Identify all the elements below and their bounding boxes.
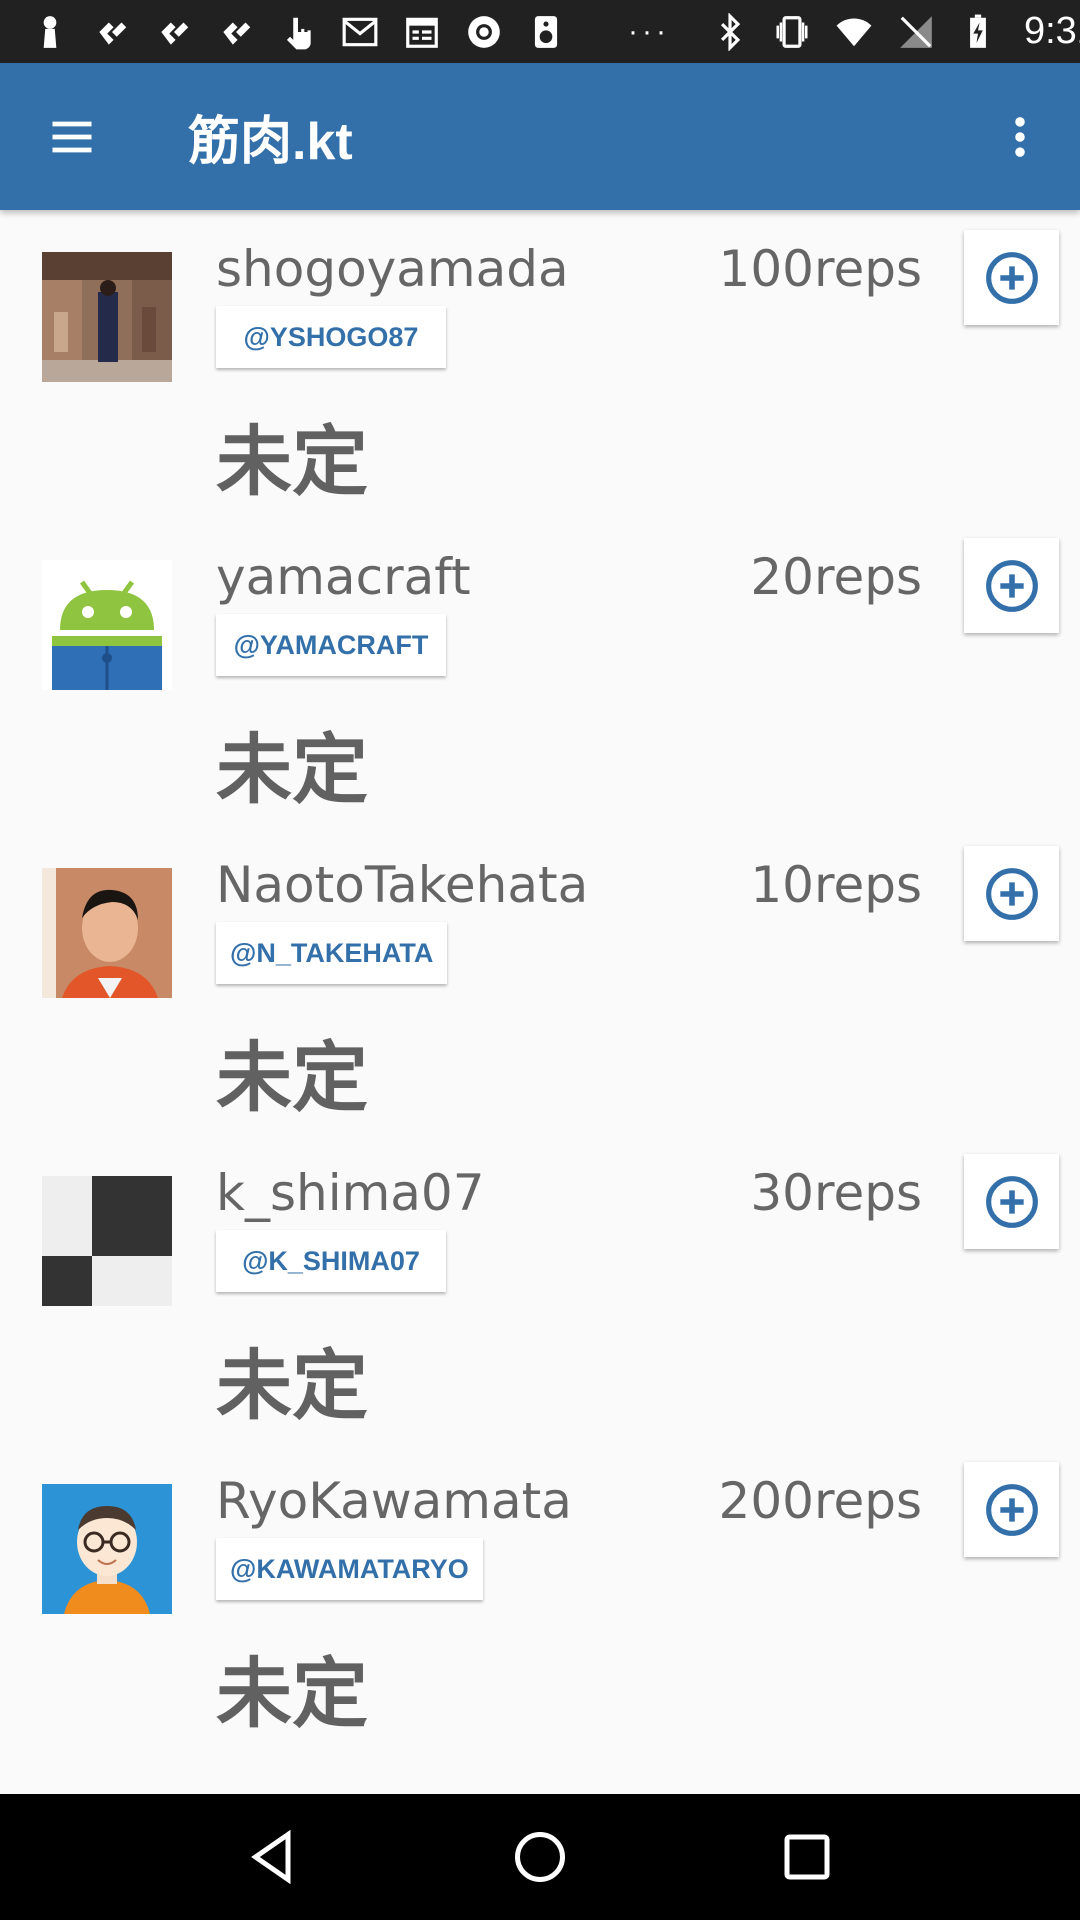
user-list[interactable]: shogoyamada 100reps @YSHOGO87 未定 yamacra…	[0, 210, 1080, 1794]
avatar	[42, 560, 172, 690]
app-icon	[216, 12, 256, 52]
avatar	[42, 1484, 172, 1614]
reps-count: 100reps	[718, 240, 922, 298]
navigation-menu-button[interactable]	[32, 97, 112, 177]
list-item[interactable]: RyoKawamata 200reps @KAWAMATARYO 未定	[0, 1442, 1080, 1750]
add-reps-button[interactable]	[964, 1154, 1059, 1249]
home-icon	[514, 1832, 565, 1882]
status-text: 未定	[216, 420, 368, 505]
notification-overflow: ···	[628, 14, 670, 48]
add-reps-button[interactable]	[964, 846, 1059, 941]
record-icon	[464, 12, 504, 52]
speaker-icon	[526, 12, 566, 52]
reps-count: 10reps	[750, 856, 922, 914]
wifi-icon	[834, 12, 874, 52]
no-sim-icon	[896, 12, 936, 52]
list-item[interactable]: shogoyamada 100reps @YSHOGO87 未定	[0, 210, 1080, 518]
app-icon	[154, 12, 194, 52]
add-reps-button[interactable]	[964, 1462, 1059, 1557]
status-bar: ··· 9:31	[0, 0, 1080, 63]
gmail-icon	[340, 12, 380, 52]
list-item[interactable]: yamacraft 20reps @YAMACRAFT 未定	[0, 518, 1080, 826]
reps-count: 30reps	[750, 1164, 922, 1222]
status-bar-notifications: ···	[30, 12, 710, 52]
reps-count: 20reps	[750, 548, 922, 606]
battery-charging-icon	[958, 12, 998, 52]
app-bar: 筋肉.kt	[0, 63, 1080, 210]
back-icon	[251, 1829, 291, 1885]
status-bar-system: 9:31	[710, 10, 1080, 53]
status-text: 未定	[216, 1652, 368, 1737]
back-button[interactable]	[228, 1812, 318, 1902]
add-circle-icon	[985, 251, 1038, 304]
user-handle[interactable]: @K_SHIMA07	[216, 1230, 446, 1292]
list-item[interactable]: k_shima07 30reps @K_SHIMA07 未定	[0, 1134, 1080, 1442]
status-text: 未定	[216, 1344, 368, 1429]
add-circle-icon	[985, 1175, 1038, 1228]
keyhole-icon	[30, 12, 70, 52]
recents-button[interactable]	[762, 1812, 852, 1902]
user-name: yamacraft	[216, 548, 471, 606]
add-circle-icon	[985, 559, 1038, 612]
screen: ··· 9:31 筋肉.kt	[0, 0, 1080, 1920]
vibrate-icon	[772, 12, 812, 52]
add-circle-icon	[985, 1483, 1038, 1536]
add-reps-button[interactable]	[964, 538, 1059, 633]
user-name: k_shima07	[216, 1164, 485, 1222]
user-name: shogoyamada	[216, 240, 569, 298]
avatar	[42, 252, 172, 382]
list-item[interactable]: NaotoTakehata 10reps @N_TAKEHATA 未定	[0, 826, 1080, 1134]
user-handle[interactable]: @N_TAKEHATA	[216, 922, 448, 984]
avatar	[42, 868, 172, 998]
status-text: 未定	[216, 728, 368, 813]
bluetooth-icon	[710, 12, 750, 52]
user-handle[interactable]: @YAMACRAFT	[216, 614, 446, 676]
avatar	[42, 1176, 172, 1306]
calendar-icon	[402, 12, 442, 52]
system-navigation-bar	[0, 1794, 1080, 1920]
touch-icon	[278, 12, 318, 52]
reps-count: 200reps	[718, 1472, 922, 1530]
overflow-menu-button[interactable]	[980, 97, 1060, 177]
clock: 9:31	[1023, 10, 1080, 52]
user-name: RyoKawamata	[216, 1472, 572, 1530]
user-handle[interactable]: @KAWAMATARYO	[216, 1538, 483, 1600]
home-button[interactable]	[495, 1812, 585, 1902]
recents-icon	[784, 1834, 830, 1880]
add-circle-icon	[985, 867, 1038, 920]
status-text: 未定	[216, 1036, 368, 1121]
hamburger-menu-icon	[52, 121, 92, 152]
app-icon	[92, 12, 132, 52]
user-handle[interactable]: @YSHOGO87	[216, 306, 446, 368]
user-name: NaotoTakehata	[216, 856, 589, 914]
app-title: 筋肉.kt	[188, 113, 353, 171]
add-reps-button[interactable]	[964, 230, 1059, 325]
more-vert-icon	[1015, 117, 1025, 157]
